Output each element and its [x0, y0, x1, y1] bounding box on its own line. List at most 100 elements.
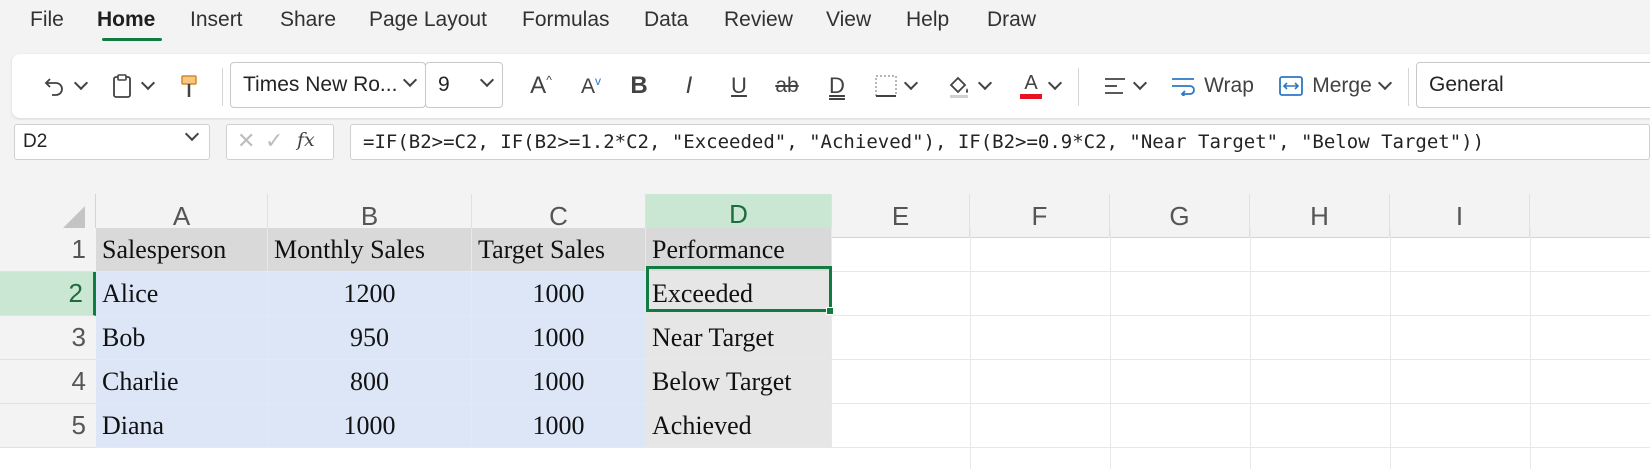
- bold-icon: B: [630, 72, 648, 99]
- active-cell-border: [646, 266, 832, 312]
- increase-font-size-button[interactable]: A^: [524, 66, 558, 106]
- row-header-1[interactable]: 1: [0, 228, 96, 272]
- menu-file[interactable]: File: [30, 8, 64, 32]
- cell-a4[interactable]: Charlie: [96, 360, 268, 404]
- menu-bar: File Home Insert Share Page Layout Formu…: [0, 0, 1650, 44]
- cell-d5[interactable]: Achieved: [646, 404, 832, 448]
- wrap-icon: [1172, 78, 1195, 96]
- cell-b4[interactable]: 800: [268, 360, 472, 404]
- formula-input[interactable]: =IF(B2>=C2, IF(B2>=1.2*C2, "Exceeded", "…: [350, 124, 1650, 160]
- number-format-value: General: [1429, 73, 1504, 96]
- check-icon[interactable]: ✓: [265, 128, 283, 154]
- chevron-down-icon: [1132, 75, 1148, 91]
- font-name-select[interactable]: Times New Ro...: [230, 62, 426, 108]
- cancel-icon[interactable]: ✕: [237, 128, 255, 154]
- chevron-down-icon: [184, 126, 200, 142]
- align-left-icon: [1105, 78, 1125, 94]
- strikethrough-button[interactable]: ab: [772, 66, 802, 106]
- row-header-2[interactable]: 2: [0, 272, 96, 316]
- menu-draw[interactable]: Draw: [987, 8, 1036, 32]
- underline-icon: U: [731, 73, 747, 98]
- double-underline-icon: D: [829, 73, 845, 98]
- cell-c2[interactable]: 1000: [472, 272, 646, 316]
- underline-button[interactable]: U: [724, 66, 754, 106]
- menu-view[interactable]: View: [826, 8, 871, 32]
- formula-bar: D2 ✕ ✓ fx =IF(B2>=C2, IF(B2>=1.2*C2, "Ex…: [0, 120, 1650, 162]
- undo-icon: [44, 78, 63, 96]
- cell-a2[interactable]: Alice: [96, 272, 268, 316]
- format-painter-icon: [181, 75, 197, 97]
- format-painter-button[interactable]: [174, 66, 204, 106]
- wrap-label: Wrap: [1204, 74, 1254, 97]
- menu-share[interactable]: Share: [280, 8, 336, 32]
- bold-button[interactable]: B: [624, 66, 654, 106]
- decrease-font-size-button[interactable]: Av: [574, 66, 608, 106]
- fill-bucket-icon: [949, 76, 968, 98]
- formula-text: =IF(B2>=C2, IF(B2>=1.2*C2, "Exceeded", "…: [363, 131, 1485, 153]
- cell-b2[interactable]: 1200: [268, 272, 472, 316]
- cell-b1[interactable]: Monthly Sales: [268, 228, 472, 272]
- menu-insert[interactable]: Insert: [190, 8, 243, 32]
- cell-b5[interactable]: 1000: [268, 404, 472, 448]
- chevron-down-icon: [1047, 75, 1063, 91]
- font-color-button[interactable]: A: [1012, 66, 1068, 106]
- cell-c1[interactable]: Target Sales: [472, 228, 646, 272]
- font-size-value: 9: [438, 73, 450, 96]
- separator: [1408, 68, 1409, 106]
- cell-c5[interactable]: 1000: [472, 404, 646, 448]
- cell-a5[interactable]: Diana: [96, 404, 268, 448]
- chevron-down-icon: [479, 72, 495, 88]
- cell-b3[interactable]: 950: [268, 316, 472, 360]
- empty-cells-area: [832, 228, 1650, 469]
- cell-a1[interactable]: Salesperson: [96, 228, 268, 272]
- italic-button[interactable]: I: [674, 66, 704, 106]
- paste-button[interactable]: [104, 66, 160, 106]
- formula-buttons: ✕ ✓ fx: [226, 124, 334, 160]
- cell-a3[interactable]: Bob: [96, 316, 268, 360]
- clipboard-icon: [113, 74, 131, 98]
- name-box-value: D2: [23, 131, 48, 152]
- separator: [222, 68, 223, 106]
- ribbon-toolbar: Times New Ro... 9 A^ Av B I U ab D A Wra…: [12, 54, 1650, 118]
- grid-top-gap: [0, 170, 1650, 194]
- merge-label: Merge: [1312, 74, 1372, 97]
- cell-c3[interactable]: 1000: [472, 316, 646, 360]
- insert-function-icon[interactable]: fx: [297, 129, 315, 151]
- menu-formulas[interactable]: Formulas: [522, 8, 610, 32]
- merge-button[interactable]: Merge: [1274, 66, 1394, 106]
- chevron-down-icon: [977, 75, 993, 91]
- number-format-select[interactable]: General: [1416, 62, 1650, 108]
- chevron-down-icon: [73, 75, 89, 91]
- row-header-3[interactable]: 3: [0, 316, 96, 360]
- row-header-4[interactable]: 4: [0, 360, 96, 404]
- double-underline-button[interactable]: D: [822, 66, 852, 106]
- menu-help[interactable]: Help: [906, 8, 949, 32]
- active-tab-indicator: [102, 38, 162, 41]
- menu-home[interactable]: Home: [97, 8, 155, 32]
- chevron-down-icon: [903, 75, 919, 91]
- undo-button[interactable]: [36, 66, 92, 106]
- cell-c4[interactable]: 1000: [472, 360, 646, 404]
- row-header-5[interactable]: 5: [0, 404, 96, 448]
- fill-color-button[interactable]: [940, 66, 996, 106]
- menu-data[interactable]: Data: [644, 8, 688, 32]
- chevron-down-icon: [402, 72, 418, 88]
- cell-d3[interactable]: Near Target: [646, 316, 832, 360]
- menu-page-layout[interactable]: Page Layout: [369, 8, 487, 32]
- wrap-text-button[interactable]: Wrap: [1167, 66, 1257, 106]
- font-size-select[interactable]: 9: [425, 62, 503, 108]
- borders-icon: [875, 75, 897, 97]
- menu-review[interactable]: Review: [724, 8, 793, 32]
- chevron-down-icon: [140, 75, 156, 91]
- strikethrough-icon: ab: [775, 74, 799, 97]
- increase-font-icon: A^: [530, 72, 552, 99]
- borders-button[interactable]: [870, 66, 920, 106]
- fill-handle[interactable]: [826, 307, 834, 315]
- cell-d4[interactable]: Below Target: [646, 360, 832, 404]
- chevron-down-icon: [1377, 75, 1392, 91]
- separator: [1078, 68, 1079, 106]
- align-button[interactable]: [1096, 66, 1152, 106]
- decrease-font-icon: Av: [580, 73, 601, 98]
- name-box[interactable]: D2: [14, 124, 210, 160]
- merge-icon: [1279, 76, 1304, 96]
